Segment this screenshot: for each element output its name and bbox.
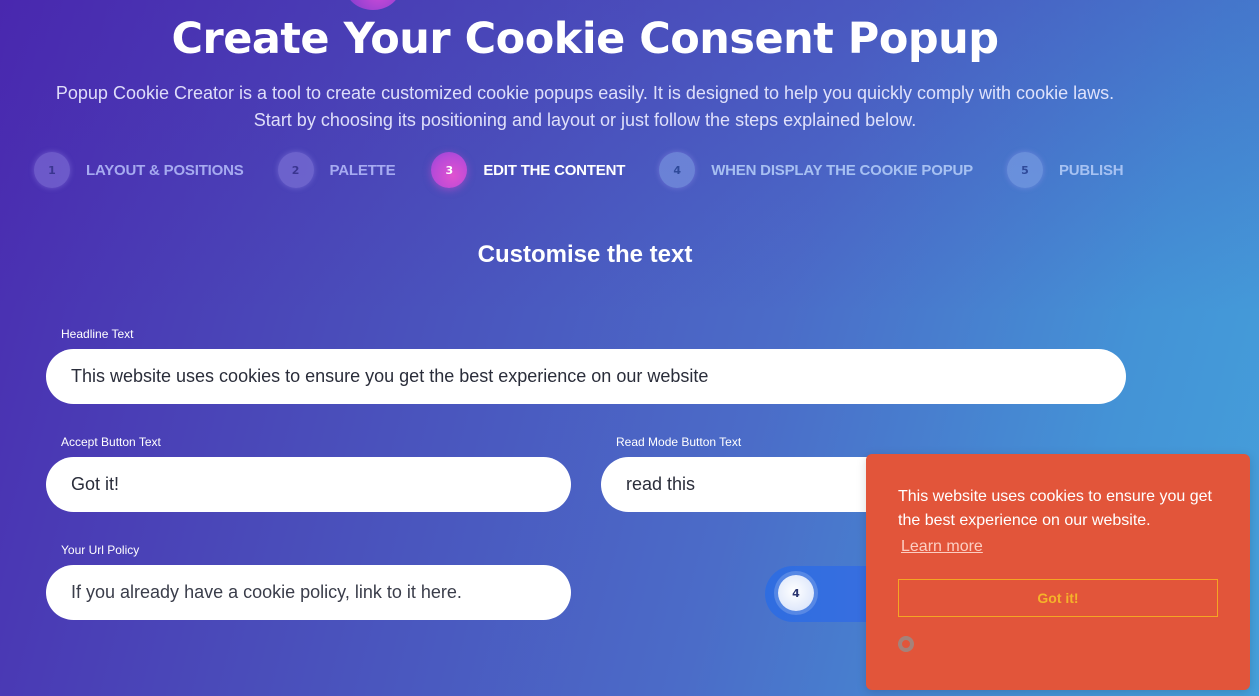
step-navigation: 1 LAYOUT & POSITIONS 2 PALETTE 3 EDIT TH…	[34, 152, 1157, 188]
step-number-2: 2	[277, 152, 314, 188]
step-label: LAYOUT & POSITIONS	[86, 161, 244, 179]
step-number-3: 3	[431, 152, 468, 188]
page-title: Create Your Cookie Consent Popup	[171, 14, 999, 64]
url-policy-label: Your Url Policy	[61, 543, 140, 557]
next-step-number[interactable]: 4	[778, 575, 814, 611]
step-palette[interactable]: 2 PALETTE	[277, 152, 396, 188]
step-label: PALETTE	[329, 161, 396, 179]
step-label: WHEN DISPLAY THE COOKIE POPUP	[711, 161, 973, 179]
headline-label: Headline Text	[61, 327, 134, 341]
url-policy-input[interactable]	[46, 565, 571, 620]
cookie-message: This website uses cookies to ensure you …	[898, 488, 1212, 529]
learn-more-link[interactable]: Learn more	[901, 538, 983, 556]
accept-button-input[interactable]	[46, 457, 571, 512]
step-edit-content[interactable]: 3 EDIT THE CONTENT	[431, 152, 625, 188]
accept-button-label: Accept Button Text	[61, 435, 161, 449]
section-heading: Customise the text	[477, 241, 693, 268]
step-number-5: 5	[1006, 152, 1043, 188]
step-layout-positions[interactable]: 1 LAYOUT & POSITIONS	[34, 152, 244, 188]
step-number-4: 4	[659, 152, 696, 188]
cookie-accept-button[interactable]: Got it!	[898, 579, 1218, 617]
cookie-popup-preview: This website uses cookies to ensure you …	[866, 454, 1250, 690]
read-more-button-label: Read Mode Button Text	[616, 435, 742, 449]
headline-input[interactable]	[46, 349, 1126, 404]
subtitle-line-2: Start by choosing its positioning and la…	[253, 110, 917, 130]
subtitle-line-1: Popup Cookie Creator is a tool to create…	[55, 83, 1115, 103]
step-label: EDIT THE CONTENT	[483, 161, 626, 179]
cookie-revoke-icon[interactable]	[898, 636, 914, 652]
step-when-display[interactable]: 4 WHEN DISPLAY THE COOKIE POPUP	[659, 152, 973, 188]
decorative-orb	[345, 0, 401, 10]
step-publish[interactable]: 5 PUBLISH	[1006, 152, 1124, 188]
page-subtitle: Popup Cookie Creator is a tool to create…	[0, 80, 1170, 134]
step-number-1: 1	[34, 152, 70, 188]
step-label: PUBLISH	[1058, 161, 1124, 179]
